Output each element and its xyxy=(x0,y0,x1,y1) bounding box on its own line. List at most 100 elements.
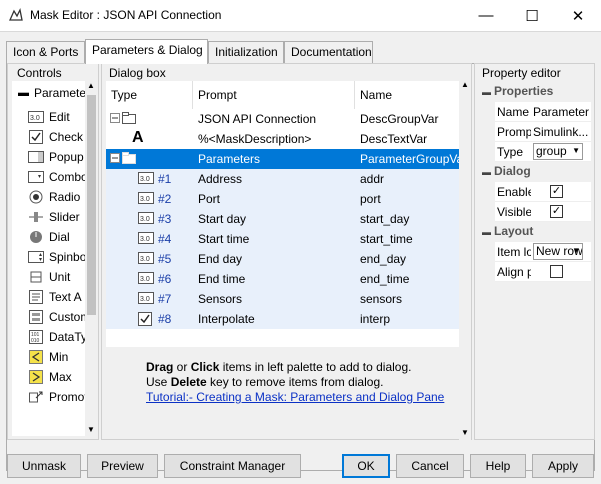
table-row[interactable]: #8 Interpolate interp xyxy=(106,309,460,329)
tab-parameters-dialog[interactable]: Parameters & Dialog xyxy=(85,39,208,64)
minimize-button[interactable]: — xyxy=(463,0,509,31)
svg-text:010: 010 xyxy=(31,338,40,344)
palette-item-combo[interactable]: Combo xyxy=(12,167,85,187)
table-row[interactable]: 3.0 #5 End day end_day xyxy=(106,249,460,269)
tree-collapse-icon[interactable]: ▬ xyxy=(18,87,29,99)
section-properties[interactable]: ▬ Properties xyxy=(482,84,553,98)
section-layout[interactable]: ▬ Layout xyxy=(482,224,533,238)
edit-icon: 3.0 xyxy=(138,252,154,267)
prop-row-name[interactable]: Name ParameterGroupVar xyxy=(495,102,591,122)
prop-row-item-location[interactable]: Item location New row▼ xyxy=(495,242,591,262)
scroll-down-icon[interactable]: ▼ xyxy=(87,425,95,434)
prop-row-prompt[interactable]: Prompt Simulink... xyxy=(495,122,591,142)
unmask-button[interactable]: Unmask xyxy=(7,454,81,478)
constraint-manager-button[interactable]: Constraint Manager xyxy=(164,454,301,478)
cancel-button[interactable]: Cancel xyxy=(396,454,464,478)
palette-item-radio[interactable]: Radio xyxy=(12,187,85,207)
edit-icon: 3.0 xyxy=(138,232,154,247)
datatype-icon: 101 010 xyxy=(28,330,44,344)
tree-collapse-icon[interactable] xyxy=(110,112,120,126)
item-location-dropdown[interactable]: New row ▼ xyxy=(533,243,583,260)
palette-item-dial[interactable]: Dial xyxy=(12,227,85,247)
check-icon xyxy=(28,130,44,144)
prop-row-visible[interactable]: Visible ✓ xyxy=(495,202,591,222)
column-type[interactable]: Type xyxy=(106,81,193,109)
palette-item-min[interactable]: Min xyxy=(12,347,85,367)
svg-text:3.0: 3.0 xyxy=(140,236,150,243)
enable-checkbox[interactable]: ✓ xyxy=(550,185,563,198)
property-editor-header: Property editor xyxy=(482,66,561,80)
controls-palette: Controls ▬ Parameters 3.0 Edit Check Pop… xyxy=(7,63,99,440)
controls-list: ▬ Parameters 3.0 Edit Check Popup Combo … xyxy=(12,81,85,436)
spinbox-icon xyxy=(28,250,44,264)
close-button[interactable]: ✕ xyxy=(555,0,601,31)
svg-text:3.0: 3.0 xyxy=(140,176,150,183)
radio-icon xyxy=(28,190,44,204)
palette-item-unit[interactable]: Unit xyxy=(12,267,85,287)
palette-item-promote[interactable]: Promote xyxy=(12,387,85,407)
palette-item-spinbox[interactable]: Spinbox xyxy=(12,247,85,267)
table-row[interactable]: 3.0 #2 Port port xyxy=(106,189,460,209)
edit-icon: 3.0 xyxy=(138,272,154,287)
tab-initialization[interactable]: Initialization xyxy=(208,41,284,63)
section-dialog[interactable]: ▬ Dialog xyxy=(482,164,531,178)
palette-item-custom[interactable]: Custom xyxy=(12,307,85,327)
dialog-scrollbar[interactable]: ▲ ▼ xyxy=(459,80,471,440)
scroll-down-icon[interactable]: ▼ xyxy=(461,428,469,437)
scroll-up-icon[interactable]: ▲ xyxy=(87,81,95,90)
table-row-selected[interactable]: Parameters ParameterGroupVar xyxy=(106,149,460,169)
text-icon: A xyxy=(132,129,144,146)
column-name[interactable]: Name xyxy=(355,81,460,109)
table-row[interactable]: 3.0 #4 Start time start_time xyxy=(106,229,460,249)
align-prompts-checkbox[interactable] xyxy=(550,265,563,278)
scroll-up-icon[interactable]: ▲ xyxy=(461,80,469,89)
column-prompt[interactable]: Prompt xyxy=(193,81,355,109)
tutorial-link[interactable]: Tutorial:- Creating a Mask: Parameters a… xyxy=(146,390,444,404)
palette-item-slider[interactable]: Slider xyxy=(12,207,85,227)
palette-item-datatype[interactable]: 101010 DataType xyxy=(12,327,85,347)
svg-text:3.0: 3.0 xyxy=(140,296,150,303)
text-area-icon xyxy=(28,290,44,304)
help-button[interactable]: Help xyxy=(470,454,526,478)
prop-row-align-prompts[interactable]: Align prompts xyxy=(495,262,591,282)
dialog-box-header: Dialog box xyxy=(109,66,166,80)
palette-item-text-area[interactable]: Text A xyxy=(12,287,85,307)
tab-icon-ports[interactable]: Icon & Ports xyxy=(6,41,85,63)
type-dropdown[interactable]: group ▼ xyxy=(533,143,583,160)
palette-item-popup[interactable]: Popup xyxy=(12,147,85,167)
collapse-arrow-icon: ▬ xyxy=(482,227,491,237)
maximize-button[interactable]: ☐ xyxy=(509,0,555,31)
svg-text:3.0: 3.0 xyxy=(140,196,150,203)
ok-button[interactable]: OK xyxy=(342,454,390,478)
preview-button[interactable]: Preview xyxy=(87,454,158,478)
palette-tree-label: Parameters xyxy=(34,86,85,100)
palette-scrollbar[interactable]: ▲ ▼ xyxy=(85,81,97,436)
table-row[interactable]: A %<MaskDescription> DescTextVar xyxy=(106,129,460,149)
controls-header: Controls xyxy=(17,66,62,80)
apply-button[interactable]: Apply xyxy=(532,454,594,478)
visible-checkbox[interactable]: ✓ xyxy=(550,205,563,218)
svg-text:3.0: 3.0 xyxy=(30,115,40,122)
help-line-2: Use Delete key to remove items from dial… xyxy=(146,375,384,389)
property-editor: Property editor ▬ Properties Name Paramet… xyxy=(474,63,595,440)
mask-editor-icon xyxy=(9,8,23,21)
prop-row-enable[interactable]: Enable ✓ xyxy=(495,182,591,202)
svg-text:3.0: 3.0 xyxy=(140,276,150,283)
palette-scroll-thumb[interactable] xyxy=(87,95,96,315)
palette-item-max[interactable]: Max xyxy=(12,367,85,387)
palette-tree-parameters[interactable]: ▬ Parameters xyxy=(12,83,85,103)
svg-text:3.0: 3.0 xyxy=(140,216,150,223)
tree-collapse-icon[interactable] xyxy=(110,152,120,166)
palette-item-edit[interactable]: 3.0 Edit xyxy=(12,107,85,127)
palette-item-check[interactable]: Check xyxy=(12,127,85,147)
combo-icon xyxy=(28,170,44,184)
chevron-down-icon: ▼ xyxy=(572,146,580,155)
table-row[interactable]: 3.0 #7 Sensors sensors xyxy=(106,289,460,309)
table-row[interactable]: 3.0 #3 Start day start_day xyxy=(106,209,460,229)
tab-documentation[interactable]: Documentation xyxy=(284,41,373,63)
table-row[interactable]: 3.0 #1 Address addr xyxy=(106,169,460,189)
table-row[interactable]: 3.0 #6 End time end_time xyxy=(106,269,460,289)
table-row[interactable]: JSON API Connection DescGroupVar xyxy=(106,109,460,129)
popup-icon xyxy=(28,150,44,164)
prop-row-type[interactable]: Type group ▼ xyxy=(495,142,591,162)
